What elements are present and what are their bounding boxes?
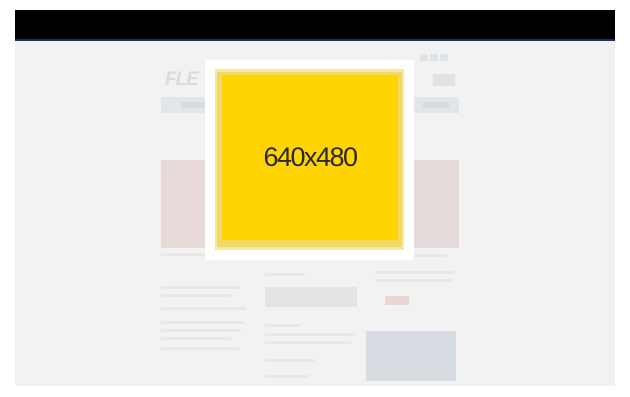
browser-toolbar [15, 10, 615, 40]
ad-modal: 640x480 [205, 60, 414, 260]
ad-placeholder[interactable]: 640x480 [222, 75, 398, 240]
page-viewport: FLE 640x480 [15, 41, 615, 386]
